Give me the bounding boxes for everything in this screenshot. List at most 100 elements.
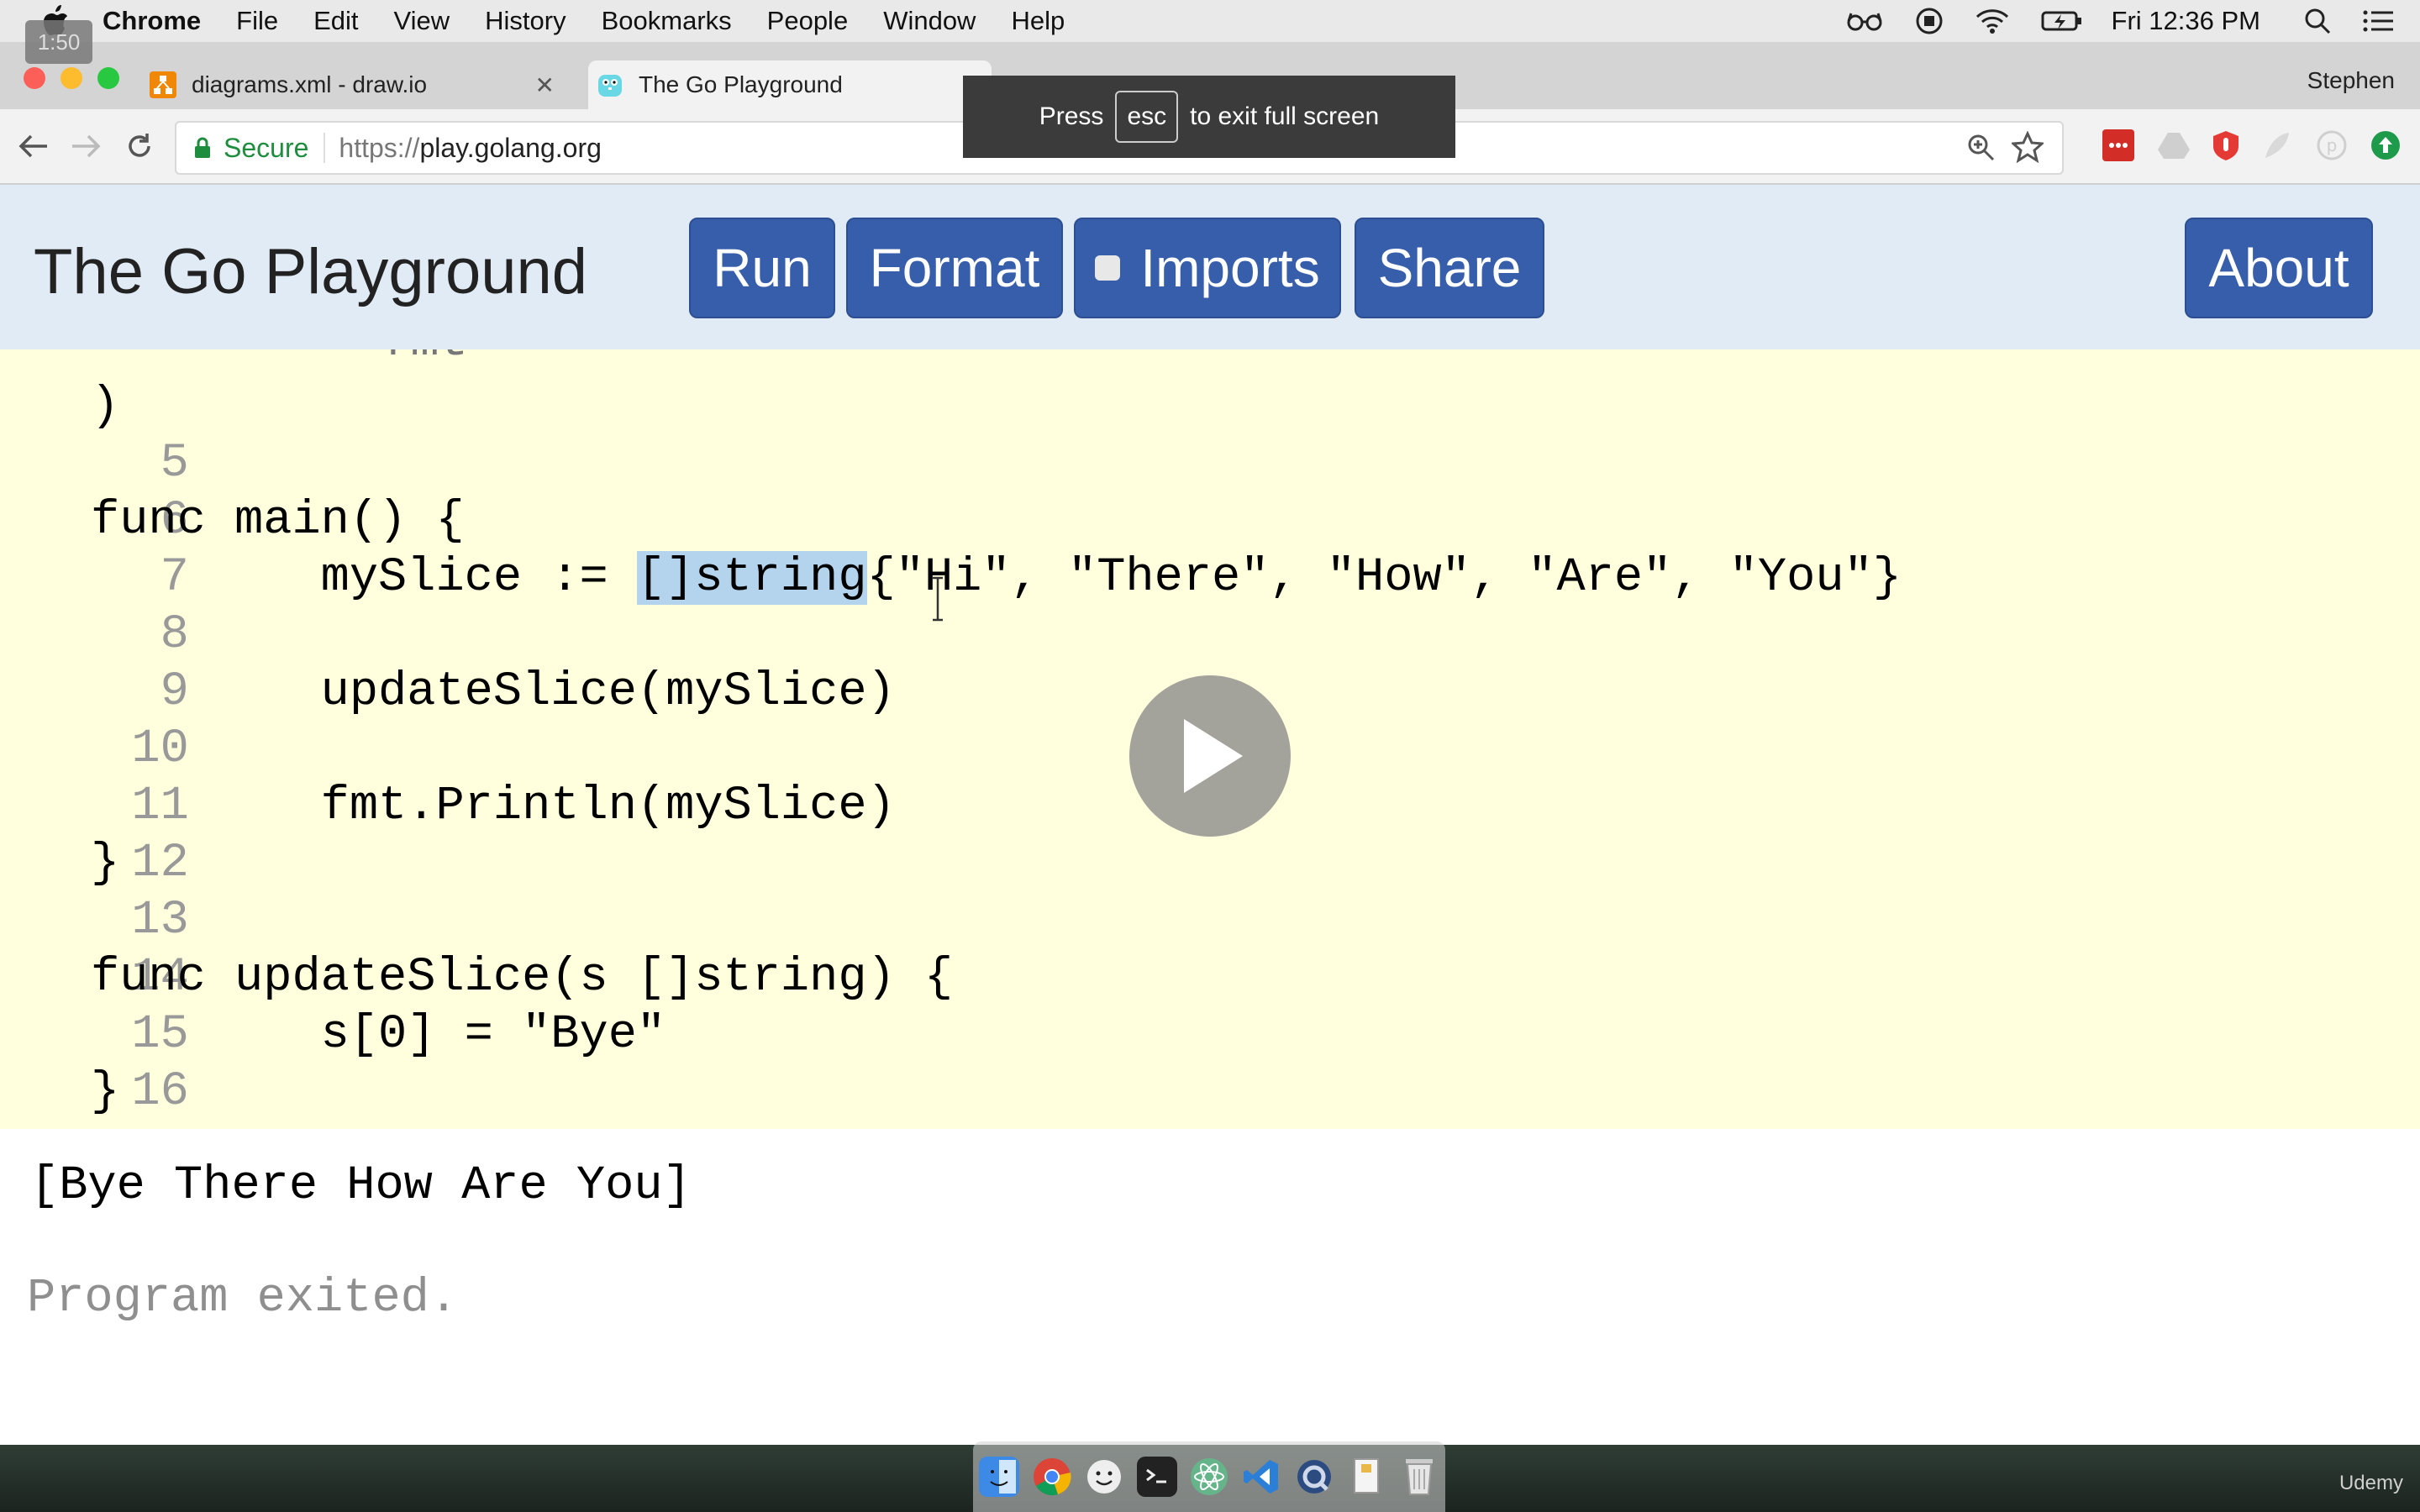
format-button[interactable]: Format [846,218,1063,318]
fullscreen-notice-prefix: Press [1039,102,1104,130]
svg-text:p: p [2327,135,2338,155]
imports-label: Imports [1140,238,1320,298]
menu-edit[interactable]: Edit [313,6,358,36]
fullscreen-notice: Press esc to exit full screen [963,76,1455,158]
video-play-button[interactable] [1129,675,1291,837]
forward-icon[interactable] [66,126,106,166]
tab-label: The Go Playground [639,71,843,97]
page-title: The Go Playground [34,236,588,307]
vscode-icon[interactable] [1241,1457,1281,1497]
trash-icon[interactable] [1399,1457,1439,1497]
selected-text: []string [636,551,867,605]
clock[interactable]: Fri 12:36 PM [2112,6,2260,36]
imports-button[interactable]: Imports [1074,218,1341,318]
chrome-icon[interactable] [1032,1457,1072,1497]
tab-label: diagrams.xml - draw.io [192,71,428,97]
about-button[interactable]: About [2185,218,2373,318]
lock-icon [193,136,212,160]
macos-menu-bar: Chrome File Edit View History Bookmarks … [0,0,2420,42]
line-code: } [91,837,120,890]
dock [973,1441,1445,1512]
line-code: fmt.Println(mySlice) [91,780,896,833]
line-number: 17 [115,1121,188,1129]
code-line: 9 [0,606,2420,719]
code-line: 17 } [0,1063,2420,1129]
menu-file[interactable]: File [236,6,278,36]
finder-icon[interactable] [979,1457,1020,1497]
document-stack-icon[interactable] [1346,1457,1386,1497]
code-line: 6 [0,435,2420,548]
update-extension-icon[interactable] [2368,128,2403,163]
window-close-button[interactable] [24,67,45,89]
tab-drawio[interactable]: diagrams.xml - draw.io ✕ [150,60,570,109]
udemy-watermark: Udemy [2338,1472,2403,1494]
imports-checkbox[interactable] [1095,255,1121,281]
drawio-icon [150,71,176,98]
code-before-selection: mySlice := [91,551,637,605]
feather-extension-icon[interactable] [2259,128,2294,163]
code-line: 16 s[0] = "Bye" [0,1006,2420,1119]
record-icon[interactable] [1915,7,1944,35]
menu-bookmarks[interactable]: Bookmarks [602,6,732,36]
code-line: 8 mySlice := []string{"Hi", "There", "Ho… [0,549,2420,662]
menu-people[interactable]: People [767,6,849,36]
atom-icon[interactable] [1189,1457,1229,1497]
text-cursor-icon [931,576,943,622]
menu-view[interactable]: View [394,6,450,36]
search-icon[interactable] [2304,8,2331,34]
menu-window[interactable]: Window [883,6,976,36]
window-minimize-button[interactable] [60,67,82,89]
fullscreen-notice-suffix: to exit full screen [1190,102,1380,130]
partially-scrolled-line: "fmt" [353,349,497,370]
code-line: 7 func main() { [0,492,2420,605]
gopher-icon [597,71,623,98]
adblock-extension-icon[interactable] [2208,128,2244,163]
code-line: 15 func updateSlice(s []string) { [0,949,2420,1062]
list-icon[interactable] [2363,9,2395,33]
code-line: 5 ) [0,378,2420,491]
wifi-icon[interactable] [1975,8,2009,34]
share-button[interactable]: Share [1355,218,1544,318]
reload-icon[interactable] [119,126,160,166]
output-result: [Bye There How Are You] [30,1159,692,1213]
line-code: mySlice := []string{"Hi", "There", "How"… [91,549,1902,606]
tab-go-playground[interactable]: The Go Playground [588,60,992,109]
video-timer: 1:50 [25,20,92,64]
zoom-icon[interactable] [1966,133,1996,170]
line-code: func main() { [91,494,465,548]
terminal-icon[interactable] [1136,1457,1177,1497]
playground-header: The Go Playground Run Format Imports Sha… [0,185,2420,349]
line-code: s[0] = "Bye" [91,1008,666,1062]
pinterest-extension-icon[interactable]: p [2314,128,2349,163]
line-code: updateSlice(mySlice) [91,665,896,719]
quicktime-icon[interactable] [1294,1457,1334,1497]
line-code: ) [91,380,120,433]
url-scheme: https:// [339,132,420,163]
lastpass-extension-icon[interactable] [2101,128,2136,163]
profile-name[interactable]: Stephen [2307,67,2395,94]
back-icon[interactable] [13,126,54,166]
bookmark-star-icon[interactable] [2010,130,2045,170]
drive-extension-icon[interactable] [2156,128,2191,163]
url-host: play.golang.org [419,132,602,163]
line-code: } [91,1065,120,1119]
code-line: 14 [0,892,2420,1005]
menu-history[interactable]: History [485,6,566,36]
menu-app-name[interactable]: Chrome [103,6,201,36]
output-status: Program exited. [27,1272,459,1326]
battery-icon[interactable] [2041,10,2083,32]
run-button[interactable]: Run [689,218,835,318]
glasses-icon[interactable] [1846,11,1883,31]
line-code: func updateSlice(s []string) { [91,951,954,1005]
window-zoom-button[interactable] [97,67,119,89]
play-icon [1184,719,1243,793]
secure-label: Secure [224,132,309,163]
code-after-selection: {"Hi", "There", "How", "Are", "You"} [866,551,1902,605]
menu-help[interactable]: Help [1011,6,1065,36]
smiley-app-icon[interactable] [1084,1457,1124,1497]
program-output: [Bye There How Are You] Program exited. [0,1129,2420,1445]
close-icon[interactable]: ✕ [535,71,555,99]
omnibox-divider [324,133,326,163]
code-line: 13 } [0,835,2420,948]
esc-key: esc [1115,91,1179,143]
